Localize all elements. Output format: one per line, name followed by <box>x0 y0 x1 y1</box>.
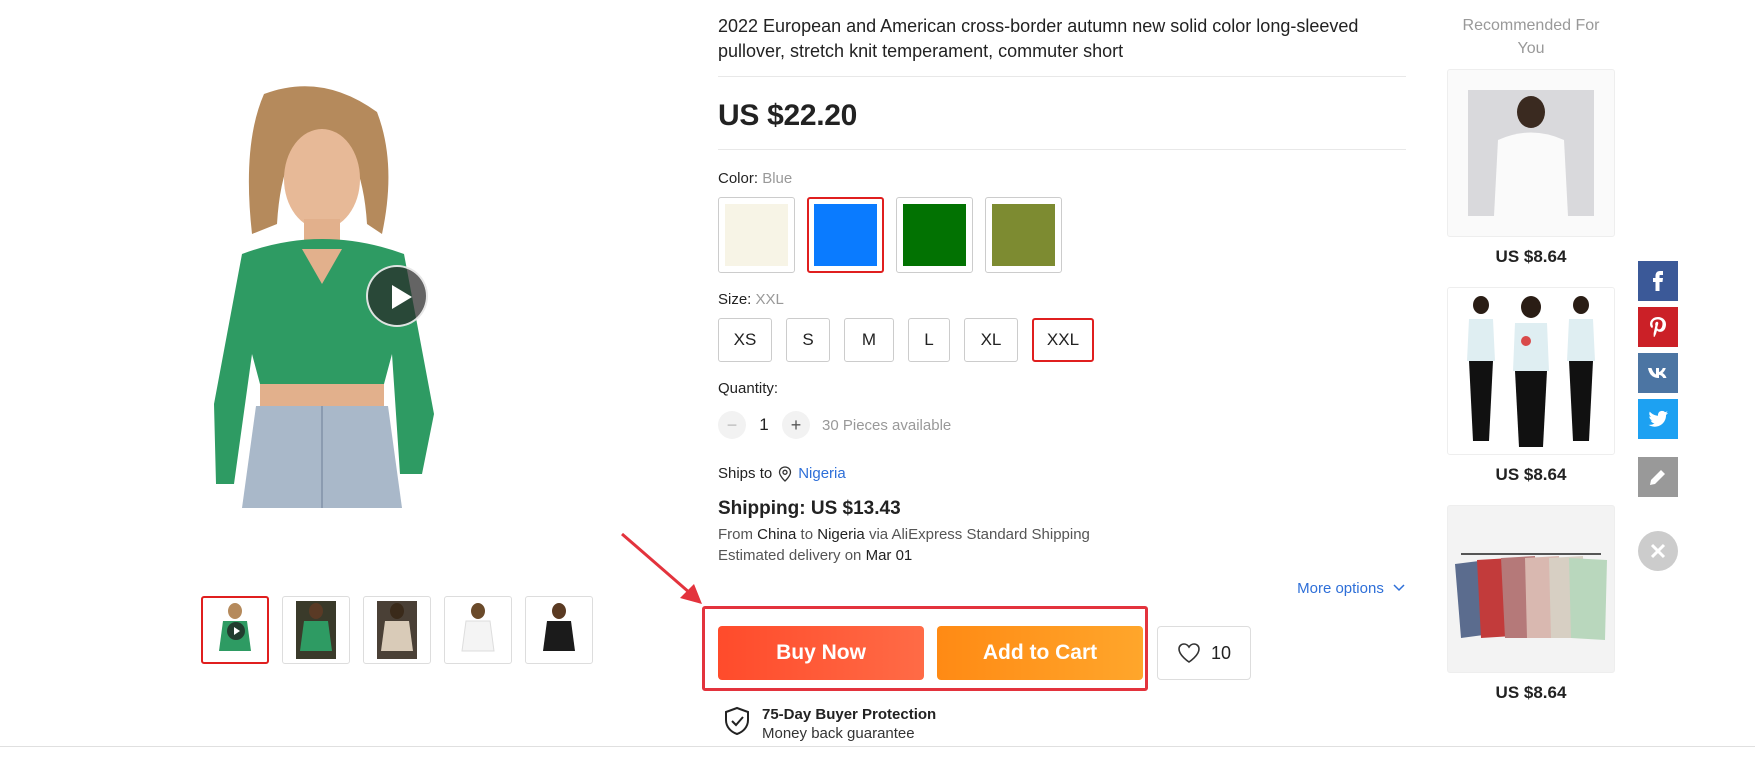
size-label-row: Size: XXL <box>718 291 1406 308</box>
recommended-item-3[interactable]: US $8.64 <box>1447 505 1615 703</box>
color-fill <box>903 204 966 266</box>
recommended-item-2[interactable]: US $8.64 <box>1447 287 1615 485</box>
recommended-image-1 <box>1447 69 1615 237</box>
heart-icon <box>1178 643 1200 663</box>
twitter-icon <box>1648 410 1668 427</box>
thumbnail-5[interactable] <box>525 596 593 664</box>
color-swatch-olive[interactable] <box>985 197 1062 273</box>
location-pin-icon <box>779 465 792 482</box>
thumbnail-3[interactable] <box>363 596 431 664</box>
chevron-down-icon <box>1393 584 1405 592</box>
buyer-protection: 75-Day Buyer Protection Money back guara… <box>724 706 936 742</box>
pinterest-icon <box>1650 317 1666 337</box>
play-video-button[interactable] <box>366 265 428 327</box>
delivery-date: Mar 01 <box>865 547 913 564</box>
shipping-route: From China to Nigeria via AliExpress Sta… <box>718 526 1406 543</box>
color-label-row: Color: Blue <box>718 170 1406 187</box>
color-fill <box>814 204 877 266</box>
protection-title: 75-Day Buyer Protection <box>762 706 937 723</box>
thumbnail-4[interactable] <box>444 596 512 664</box>
size-option-xxl[interactable]: XXL <box>1032 318 1094 362</box>
color-fill <box>992 204 1055 266</box>
shield-check-icon <box>725 706 749 736</box>
size-selected-value: XXL <box>755 291 784 308</box>
ships-to-country-link[interactable]: Nigeria <box>798 465 846 482</box>
recommended-title: Recommended For You <box>1462 17 1600 57</box>
product-price: US $22.20 <box>718 99 1406 150</box>
close-icon <box>1650 543 1666 559</box>
quantity-available: 30 Pieces available <box>822 416 952 434</box>
more-options-link[interactable]: More options <box>1297 580 1406 597</box>
size-option-l[interactable]: L <box>908 318 950 362</box>
size-option-xl[interactable]: XL <box>964 318 1018 362</box>
pinterest-share-button[interactable] <box>1638 307 1678 347</box>
protection-subtitle: Money back guarantee <box>762 725 915 742</box>
pencil-icon <box>1650 470 1665 485</box>
buy-now-button[interactable]: Buy Now <box>718 626 924 680</box>
recommended-price-2: US $8.64 <box>1495 465 1567 484</box>
size-option-s[interactable]: S <box>786 318 830 362</box>
size-options: XS S M L XL XXL <box>718 318 1406 362</box>
quantity-label: Quantity: <box>718 380 779 397</box>
wishlist-count: 10 <box>1210 642 1232 663</box>
video-indicator-icon <box>227 622 245 640</box>
route-to: Nigeria <box>817 526 865 543</box>
quantity-decrease-button[interactable]: − <box>718 411 746 439</box>
color-swatches <box>718 197 1406 273</box>
delivery-prefix: Estimated delivery on <box>718 547 862 564</box>
ships-to-row: Ships to Nigeria <box>718 465 1406 482</box>
color-swatch-beige[interactable] <box>718 197 795 273</box>
product-info-panel: 2022 European and American cross-border … <box>718 14 1406 597</box>
route-via: via AliExpress Standard Shipping <box>868 526 1090 543</box>
vk-share-button[interactable] <box>1638 353 1678 393</box>
thumbnail-1[interactable] <box>201 596 269 664</box>
color-swatch-green[interactable] <box>896 197 973 273</box>
thumbnail-strip <box>201 596 593 664</box>
quantity-value[interactable]: 1 <box>746 415 782 435</box>
route-from: China <box>757 526 797 543</box>
quantity-stepper: − 1 + 30 Pieces available <box>718 411 1406 439</box>
estimated-delivery: Estimated delivery on Mar 01 <box>718 547 1406 564</box>
wishlist-button[interactable]: 10 <box>1157 626 1251 680</box>
recommended-price-3: US $8.64 <box>1495 683 1567 702</box>
annotation-arrow-icon <box>621 532 702 604</box>
facebook-icon <box>1653 271 1663 291</box>
recommended-item-1[interactable]: US $8.64 <box>1447 69 1615 267</box>
color-label: Color: <box>718 170 759 187</box>
route-to-word: to <box>800 526 814 543</box>
color-selected-value: Blue <box>762 170 793 187</box>
twitter-share-button[interactable] <box>1638 399 1678 439</box>
product-title: 2022 European and American cross-border … <box>718 14 1406 77</box>
size-option-xs[interactable]: XS <box>718 318 772 362</box>
quantity-increase-button[interactable]: + <box>782 411 810 439</box>
color-fill <box>725 204 788 266</box>
facebook-share-button[interactable] <box>1638 261 1678 301</box>
close-share-button[interactable] <box>1638 531 1678 571</box>
recommended-image-2 <box>1447 287 1615 455</box>
size-label: Size: <box>718 291 752 308</box>
shipping-cost: Shipping: US $13.43 <box>718 498 901 519</box>
recommended-price-1: US $8.64 <box>1495 247 1567 266</box>
ships-to-label: Ships to <box>718 465 773 482</box>
route-from-word: From <box>718 526 753 543</box>
vk-icon <box>1648 368 1667 378</box>
more-options-label: More options <box>1297 580 1384 597</box>
edit-button[interactable] <box>1638 457 1678 497</box>
thumbnail-2[interactable] <box>282 596 350 664</box>
add-to-cart-button[interactable]: Add to Cart <box>937 626 1143 680</box>
divider <box>0 746 1755 747</box>
recommended-image-3 <box>1447 505 1615 673</box>
color-swatch-blue[interactable] <box>807 197 884 273</box>
size-option-m[interactable]: M <box>844 318 894 362</box>
